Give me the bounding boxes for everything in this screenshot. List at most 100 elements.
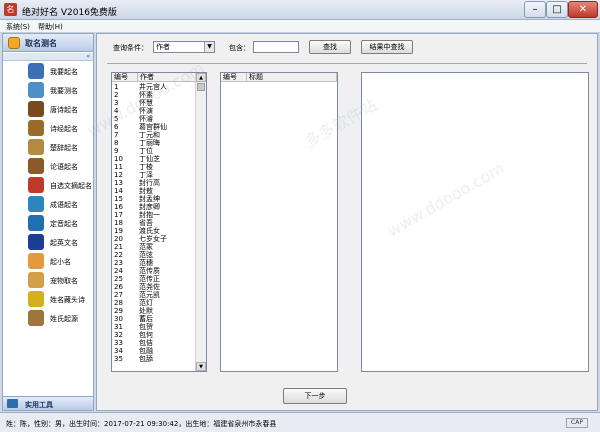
table-row[interactable]: 12 丁泽 bbox=[112, 171, 196, 179]
sidebar-header[interactable]: 取名测名 bbox=[3, 34, 93, 52]
row-author: 怀慧 bbox=[139, 99, 153, 107]
table-row[interactable]: 30 蓄后 bbox=[112, 315, 196, 323]
column-header-number[interactable]: 编号 bbox=[221, 73, 247, 82]
next-button[interactable]: 下一步 bbox=[283, 388, 347, 404]
scroll-down-icon[interactable]: ▼ bbox=[196, 362, 206, 371]
table-row[interactable]: 27 范元凯 bbox=[112, 291, 196, 299]
analects-icon bbox=[28, 158, 44, 174]
sidebar-item-11[interactable]: 宠物取名 bbox=[3, 271, 93, 290]
table-row[interactable]: 35 包舔 bbox=[112, 355, 196, 363]
table-row[interactable]: 19 渡氏女 bbox=[112, 227, 196, 235]
author-list-scrollbar[interactable]: ▲ ▼ bbox=[195, 73, 206, 371]
sidebar-item-6[interactable]: 自选文摘起名 bbox=[3, 176, 93, 195]
sidebar-collapse-button[interactable]: « bbox=[3, 53, 93, 61]
table-row[interactable]: 24 范传质 bbox=[112, 267, 196, 275]
sidebar-item-9[interactable]: 起英文名 bbox=[3, 233, 93, 252]
contains-input[interactable] bbox=[253, 41, 299, 53]
row-number: 31 bbox=[114, 323, 123, 331]
sidebar-item-label: 姓氏起源 bbox=[50, 315, 78, 323]
row-author: 包何 bbox=[139, 331, 153, 339]
table-row[interactable]: 33 包佶 bbox=[112, 339, 196, 347]
table-row[interactable]: 3 怀慧 bbox=[112, 99, 196, 107]
table-row[interactable]: 17 封抱一 bbox=[112, 211, 196, 219]
scroll-up-icon[interactable]: ▲ bbox=[196, 73, 206, 82]
row-number: 33 bbox=[114, 339, 123, 347]
sidebar-item-8[interactable]: 定音起名 bbox=[3, 214, 93, 233]
sidebar-item-label: 宠物取名 bbox=[50, 277, 78, 285]
table-row[interactable]: 2 怀素 bbox=[112, 91, 196, 99]
status-text: 姓：陈，性别：男，出生时间：2017-07-21 09:30:42，出生地：福建… bbox=[6, 420, 277, 428]
table-row[interactable]: 18 省吾 bbox=[112, 219, 196, 227]
column-header-number[interactable]: 编号 bbox=[112, 73, 138, 82]
row-author: 包舔 bbox=[139, 355, 153, 363]
menu-help[interactable]: 帮助(H) bbox=[38, 22, 63, 32]
sidebar-item-0[interactable]: 我要起名 bbox=[3, 62, 93, 81]
row-author: 丁仙芝 bbox=[139, 155, 160, 163]
table-row[interactable]: 14 封敖 bbox=[112, 187, 196, 195]
naming-icon bbox=[8, 37, 20, 49]
sidebar-item-4[interactable]: 楚辞起名 bbox=[3, 138, 93, 157]
table-row[interactable]: 29 处默 bbox=[112, 307, 196, 315]
table-row[interactable]: 34 包融 bbox=[112, 347, 196, 355]
sidebar-item-label: 楚辞起名 bbox=[50, 144, 78, 152]
row-author: 怀演 bbox=[139, 107, 153, 115]
row-author: 丁位 bbox=[139, 147, 153, 155]
table-row[interactable]: 15 封孟绅 bbox=[112, 195, 196, 203]
detail-panel[interactable] bbox=[361, 72, 589, 372]
sidebar-item-5[interactable]: 论语起名 bbox=[3, 157, 93, 176]
sidebar-item-2[interactable]: 唐诗起名 bbox=[3, 100, 93, 119]
sidebar-item-3[interactable]: 诗经起名 bbox=[3, 119, 93, 138]
row-number: 6 bbox=[114, 123, 119, 131]
author-list[interactable]: 编号 作者 1 井元宫人 2 怀素 3 怀慧 4 怀演 5 怀濬 6 葛宫群仙 7 丁元和 8 丁丽晦 9 丁位 1… bbox=[111, 72, 207, 372]
row-author: 包贺 bbox=[139, 323, 153, 331]
table-row[interactable]: 28 范灯 bbox=[112, 299, 196, 307]
table-row[interactable]: 20 七岁女子 bbox=[112, 235, 196, 243]
table-row[interactable]: 16 封彦卿 bbox=[112, 203, 196, 211]
table-row[interactable]: 9 丁位 bbox=[112, 147, 196, 155]
column-header-title[interactable]: 标题 bbox=[247, 73, 337, 82]
menu-system[interactable]: 系统(S) bbox=[6, 22, 30, 32]
sidebar-item-label: 起小名 bbox=[50, 258, 71, 266]
sidebar-item-1[interactable]: 我要测名 bbox=[3, 81, 93, 100]
table-row[interactable]: 8 丁丽晦 bbox=[112, 139, 196, 147]
condition-select[interactable]: 作者 ▼ bbox=[153, 41, 215, 53]
row-number: 24 bbox=[114, 267, 123, 275]
table-row[interactable]: 4 怀演 bbox=[112, 107, 196, 115]
table-row[interactable]: 13 封行高 bbox=[112, 179, 196, 187]
table-row[interactable]: 1 井元宫人 bbox=[112, 83, 196, 91]
table-row[interactable]: 23 范穗 bbox=[112, 259, 196, 267]
table-row[interactable]: 11 丁棱 bbox=[112, 163, 196, 171]
table-row[interactable]: 5 怀濬 bbox=[112, 115, 196, 123]
sidebar-item-13[interactable]: 姓氏起源 bbox=[3, 309, 93, 328]
sidebar-item-12[interactable]: 姓名藏头诗 bbox=[3, 290, 93, 309]
caps-indicator: CAP bbox=[566, 418, 588, 428]
table-row[interactable]: 10 丁仙芝 bbox=[112, 155, 196, 163]
sidebar-item-10[interactable]: 起小名 bbox=[3, 252, 93, 271]
title-list[interactable]: 编号 标题 bbox=[220, 72, 338, 372]
custom-text-icon bbox=[28, 177, 44, 193]
row-number: 32 bbox=[114, 331, 123, 339]
condition-value: 作者 bbox=[156, 43, 170, 51]
scroll-thumb[interactable] bbox=[197, 83, 205, 91]
row-author: 范穗 bbox=[139, 259, 153, 267]
chevron-down-icon[interactable]: ▼ bbox=[204, 42, 214, 52]
sidebar-item-7[interactable]: 成语起名 bbox=[3, 195, 93, 214]
column-header-author[interactable]: 作者 bbox=[138, 73, 196, 82]
close-button[interactable]: ✕ bbox=[568, 1, 598, 18]
minimize-button[interactable]: – bbox=[524, 1, 546, 18]
table-row[interactable]: 6 葛宫群仙 bbox=[112, 123, 196, 131]
table-row[interactable]: 7 丁元和 bbox=[112, 131, 196, 139]
search-button[interactable]: 查找 bbox=[309, 40, 351, 54]
table-row[interactable]: 26 范尧佐 bbox=[112, 283, 196, 291]
row-author: 范弦 bbox=[139, 251, 153, 259]
maximize-button[interactable]: □ bbox=[546, 1, 568, 18]
table-row[interactable]: 32 包何 bbox=[112, 331, 196, 339]
sidebar-footer-tools[interactable]: 实用工具 bbox=[3, 396, 93, 410]
search-in-results-button[interactable]: 结果中查找 bbox=[361, 40, 413, 54]
sidebar: 取名测名 « 我要起名 我要测名 唐诗起名 诗经起名楚辞起名论语起名 自选文摘起名 成语起… bbox=[2, 33, 94, 411]
table-row[interactable]: 31 包贺 bbox=[112, 323, 196, 331]
table-row[interactable]: 25 范传正 bbox=[112, 275, 196, 283]
row-author: 封孟绅 bbox=[139, 195, 160, 203]
table-row[interactable]: 21 范冢 bbox=[112, 243, 196, 251]
table-row[interactable]: 22 范弦 bbox=[112, 251, 196, 259]
